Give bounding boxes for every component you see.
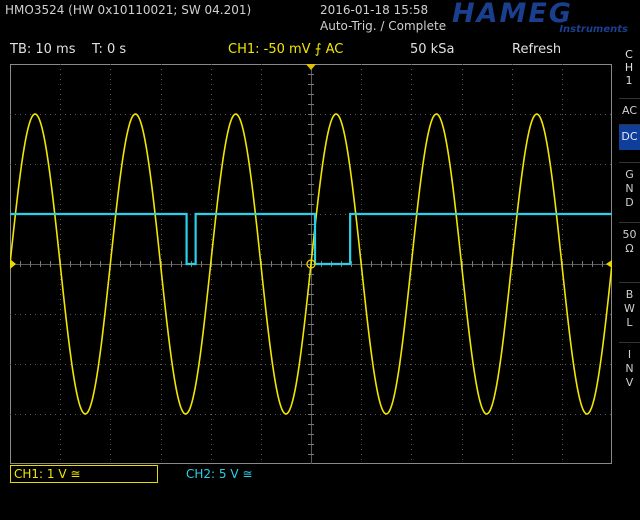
soft-button-inv[interactable]: INV — [619, 342, 640, 396]
date-time: 2016-01-18 15:58 — [320, 3, 429, 17]
status-bar: TB: 10 ms T: 0 s CH1: -50 mV ⨍ AC 50 kSa… — [0, 40, 616, 60]
trigger-time-marker — [305, 64, 317, 70]
ch1-soft-menu: CH1 AC DC G N D 50 Ω B W L I N V — [618, 44, 640, 464]
bottom-bar: CH1: 1 V ≅ CH2: 5 V ≅ — [0, 464, 640, 520]
soft-button-dc[interactable]: DC — [619, 124, 640, 150]
logo-subtext: Instruments — [559, 24, 628, 35]
soft-button-bwl[interactable]: BWL — [619, 282, 640, 336]
ch1-ground-marker — [10, 259, 16, 269]
logo-text: HAMEG — [452, 0, 573, 29]
ch2-scale-label[interactable]: CH2: 5 V ≅ — [186, 467, 252, 481]
hameg-logo: HAMEG Instruments — [452, 0, 630, 36]
trigger-state: Auto-Trig. / Complete — [320, 19, 447, 33]
soft-button-gnd[interactable]: GND — [619, 162, 640, 216]
time-offset-readout[interactable]: T: 0 s — [92, 42, 126, 57]
sample-rate-readout: 50 kSa — [410, 42, 455, 57]
soft-button-ac[interactable]: AC — [619, 98, 640, 122]
trigger-readout[interactable]: CH1: -50 mV ⨍ AC — [228, 42, 343, 57]
top-bar: HMO3524 (HW 0x10110021; SW 04.201) 2016-… — [0, 0, 640, 38]
trigger-level-marker — [606, 260, 612, 268]
instrument-model: HMO3524 (HW 0x10110021; SW 04.201) — [5, 3, 252, 17]
soft-menu-title: CH1 — [624, 48, 634, 87]
ch1-scale-box[interactable]: CH1: 1 V ≅ — [10, 465, 158, 483]
soft-button-50ohm[interactable]: 50 Ω — [619, 222, 640, 270]
timebase-readout[interactable]: TB: 10 ms — [10, 42, 75, 57]
oscilloscope-screen[interactable] — [10, 64, 612, 464]
acquisition-mode-readout[interactable]: Refresh — [512, 42, 561, 57]
